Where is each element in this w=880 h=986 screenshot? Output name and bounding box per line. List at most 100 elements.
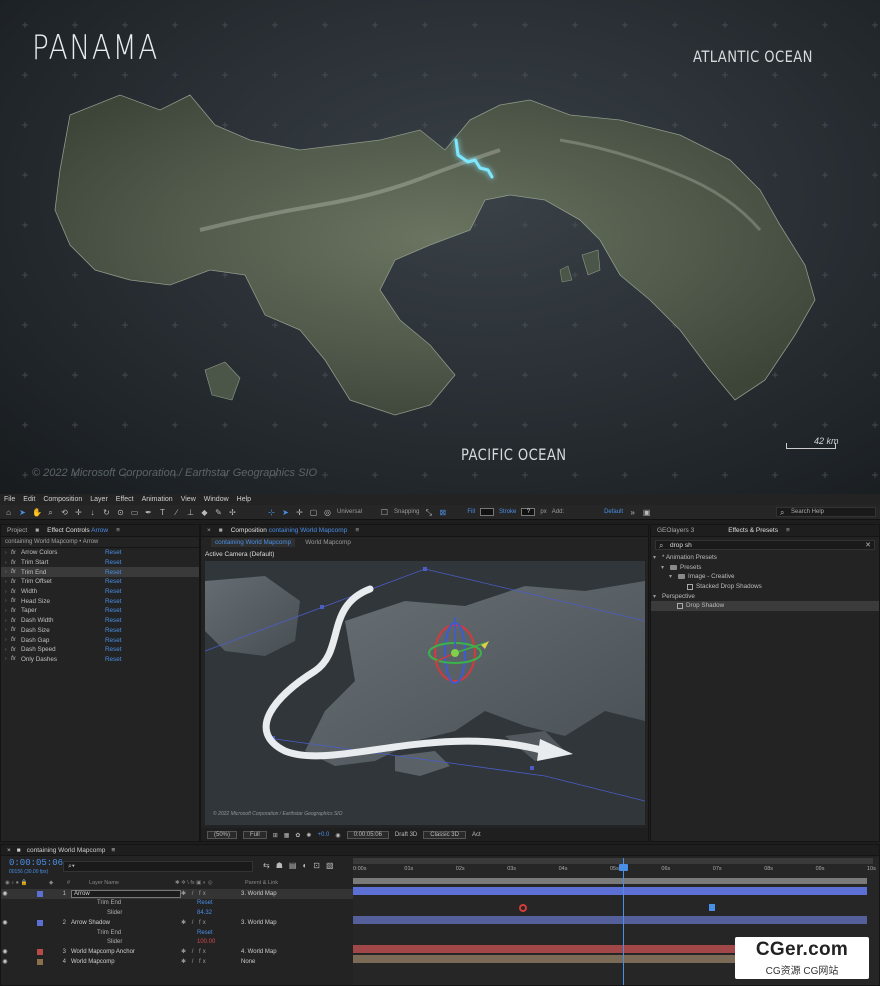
renderer-dropdown[interactable]: Classic 3D xyxy=(423,831,466,839)
monitor-icon[interactable]: ▣ xyxy=(642,508,651,517)
active-camera-dropdown[interactable]: Act xyxy=(472,832,481,838)
snapping-checkbox-icon[interactable]: ☐ xyxy=(380,508,389,517)
property-value[interactable]: Reset xyxy=(197,900,213,906)
lock-icon[interactable]: ■ xyxy=(35,527,39,534)
layer-bar-anchor[interactable] xyxy=(353,945,735,953)
home-icon[interactable]: ⌂ xyxy=(4,508,13,517)
preset-tree-item[interactable]: ▾ * Animation Presets xyxy=(651,553,879,563)
type-tool-icon[interactable]: T xyxy=(158,508,167,517)
brush-tool-icon[interactable]: ∕ xyxy=(172,508,181,517)
eye-icon[interactable]: ◉ xyxy=(1,948,9,955)
comp-breadcrumb-active[interactable]: containing World Mapcomp xyxy=(211,538,296,547)
snapshot-icon[interactable]: ◉ xyxy=(335,832,340,839)
eye-icon[interactable]: ◉ xyxy=(1,890,9,897)
chevron-down-icon[interactable]: ▾ xyxy=(653,593,659,600)
tab-composition[interactable]: Composition containing World Mapcomp xyxy=(231,527,348,534)
menu-edit[interactable]: Edit xyxy=(23,496,35,503)
fx-icon[interactable]: fx xyxy=(11,569,21,575)
property-value[interactable]: Reset xyxy=(197,930,213,936)
menu-layer[interactable]: Layer xyxy=(90,496,108,503)
arrow-tool-icon[interactable]: ➤ xyxy=(281,508,290,517)
layer-switches[interactable]: ✱ / fx xyxy=(181,890,241,897)
layer-switches[interactable]: ✱ / fx xyxy=(181,919,241,926)
layer-row[interactable]: ◉ 3 World Mapcomp Anchor ✱ / fx 4. World Map xyxy=(1,947,353,957)
dolly-tool-icon[interactable]: ↓ xyxy=(88,508,97,517)
keyframe-marker-red[interactable] xyxy=(519,904,527,912)
workspace-default[interactable]: Default xyxy=(604,509,623,515)
parent-dropdown[interactable]: None xyxy=(241,959,301,965)
selection-tool-icon[interactable]: ➤ xyxy=(18,508,27,517)
fx-icon[interactable]: fx xyxy=(11,608,21,614)
rectangle-tool-icon[interactable]: ▭ xyxy=(130,508,139,517)
stroke-label[interactable]: Stroke xyxy=(499,509,516,515)
layer-name[interactable]: Arrow Shadow xyxy=(71,920,181,926)
panel-menu-icon[interactable]: ≡ xyxy=(355,527,359,534)
timeline-search-input[interactable]: ⌕▾ xyxy=(63,861,253,872)
tab-effect-controls[interactable]: Effect Controls Arrow xyxy=(47,527,108,534)
menu-help[interactable]: Help xyxy=(237,496,251,503)
draft-3d-toggle[interactable]: Draft 3D xyxy=(395,832,417,838)
snap-option-icon[interactable]: ⤡ xyxy=(424,508,433,517)
property-row[interactable]: Trim End Reset xyxy=(1,899,353,909)
box-tool-icon[interactable]: ▢ xyxy=(309,508,318,517)
tab-timeline[interactable]: containing World Mapcomp xyxy=(27,847,106,854)
reset-link[interactable]: Reset xyxy=(105,656,121,663)
preset-tree-item[interactable]: ▾ Image - Creative xyxy=(651,572,879,582)
effect-row[interactable]: › fx Dash Size Reset xyxy=(1,626,199,636)
close-tab-icon[interactable]: × xyxy=(207,527,211,534)
effect-row[interactable]: › fx Trim End Reset xyxy=(1,567,199,578)
preset-tree-item[interactable]: Stacked Drop Shadows xyxy=(651,582,879,592)
fill-swatch[interactable] xyxy=(480,508,495,516)
frame-blend-icon[interactable]: ▤ xyxy=(289,861,297,870)
effect-row[interactable]: › fx Head Size Reset xyxy=(1,596,199,606)
reset-link[interactable]: Reset xyxy=(105,549,121,556)
menu-view[interactable]: View xyxy=(181,496,196,503)
menu-file[interactable]: File xyxy=(4,496,15,503)
property-row[interactable]: Trim End Reset xyxy=(1,928,353,938)
composition-viewer[interactable]: © 2022 Microsoft Corporation / Earthstar… xyxy=(205,561,645,825)
effect-row[interactable]: › fx Dash Speed Reset xyxy=(1,645,199,655)
work-area-bar[interactable] xyxy=(353,858,873,864)
timeline-current-time[interactable]: 0:00:05:06 xyxy=(9,858,63,868)
parent-dropdown[interactable]: 3. World Map xyxy=(241,920,301,926)
mask-icon[interactable]: ▦ xyxy=(284,832,290,839)
effects-search-input[interactable]: drop sh✕ xyxy=(655,540,875,550)
fill-label[interactable]: Fill xyxy=(467,509,475,515)
menu-effect[interactable]: Effect xyxy=(116,496,134,503)
reset-link[interactable]: Reset xyxy=(105,588,121,595)
label-color-chip[interactable] xyxy=(37,948,43,955)
shy-icon[interactable]: ☗ xyxy=(276,861,283,870)
fx-icon[interactable]: fx xyxy=(11,598,21,604)
reset-link[interactable]: Reset xyxy=(105,617,121,624)
tab-project[interactable]: Project xyxy=(7,527,27,534)
close-tab-icon[interactable]: × xyxy=(7,847,11,854)
fx-icon[interactable]: fx xyxy=(11,618,21,624)
keyframe-marker-blue[interactable] xyxy=(709,904,715,911)
preset-tree-item[interactable]: Drop Shadow xyxy=(651,600,879,611)
panel-menu-icon[interactable]: ≡ xyxy=(786,527,790,534)
tab-geolayers[interactable]: GEOlayers 3 xyxy=(657,527,694,534)
resolution-dropdown[interactable]: Full xyxy=(243,831,267,839)
reset-link[interactable]: Reset xyxy=(105,598,121,605)
effect-row[interactable]: › fx Dash Width Reset xyxy=(1,616,199,626)
label-color-chip[interactable] xyxy=(37,958,43,965)
reset-link[interactable]: Reset xyxy=(105,627,121,634)
zoom-tool-icon[interactable]: ⌕ xyxy=(46,508,55,517)
motion-blur-icon[interactable]: ◐ xyxy=(302,861,307,870)
zoom-dropdown[interactable]: (50%) xyxy=(207,831,238,839)
layer-switches[interactable]: ✱ / fx xyxy=(181,958,241,965)
layer-name[interactable]: World Mapcomp xyxy=(71,959,181,965)
pen-tool-icon[interactable]: ✒ xyxy=(144,508,153,517)
layer-row[interactable]: ◉ 4 World Mapcomp ✱ / fx None xyxy=(1,957,353,967)
workspace-more-icon[interactable]: » xyxy=(628,508,637,517)
property-row[interactable]: Slider 100.00 xyxy=(1,938,353,948)
fx-icon[interactable]: fx xyxy=(11,589,21,595)
layer-name[interactable]: Arrow xyxy=(71,889,181,898)
panel-menu-icon[interactable]: ≡ xyxy=(116,527,120,534)
effect-row[interactable]: › fx Trim Offset Reset xyxy=(1,577,199,587)
search-help-input[interactable]: Search Help xyxy=(776,507,876,517)
current-time-display[interactable]: 0:00:05:06 xyxy=(346,831,389,839)
menu-window[interactable]: Window xyxy=(204,496,229,503)
lock-icon[interactable]: ■ xyxy=(219,527,223,534)
label-color-chip[interactable] xyxy=(37,890,43,897)
